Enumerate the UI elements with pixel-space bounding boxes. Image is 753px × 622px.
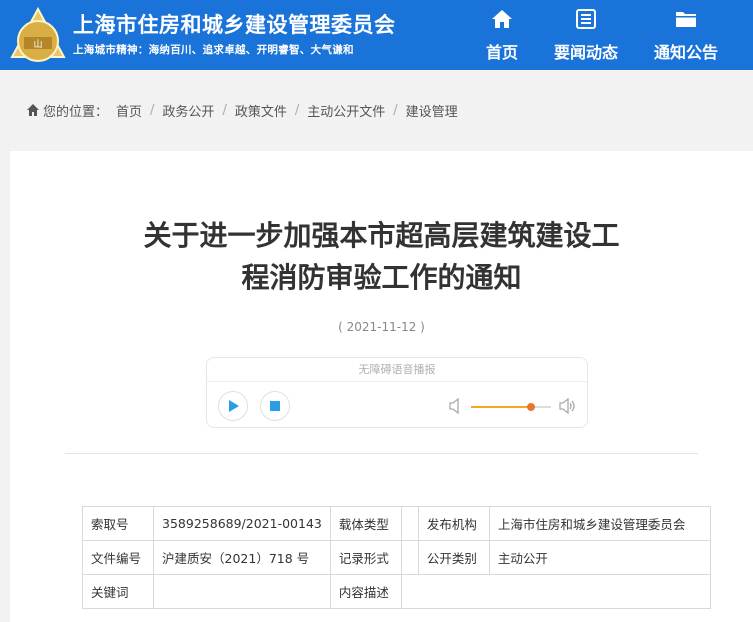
- table-cell-value: 3589258689/2021-00143: [153, 506, 331, 541]
- svg-text:山: 山: [33, 39, 42, 50]
- stop-icon: [270, 401, 280, 411]
- table-cell-label: 内容描述: [329, 574, 402, 609]
- table-row: 关键词 内容描述: [81, 574, 712, 609]
- shanghai-emblem-icon[interactable]: 山: [9, 7, 67, 65]
- article-card: 关于进一步加强本市超高层建筑建设工 程消防审验工作的通知 ( 2021-11-1…: [10, 151, 753, 622]
- breadcrumb-item-policy-documents[interactable]: 政策文件: [235, 101, 287, 120]
- breadcrumb-item-home[interactable]: 首页: [116, 101, 142, 120]
- table-cell-label: 发布机构: [417, 506, 490, 541]
- table-cell-value: 上海市住房和城乡建设管理委员会: [488, 506, 712, 541]
- folder-icon: [676, 12, 696, 27]
- breadcrumb-separator: /: [393, 102, 398, 118]
- nav-home-label: 首页: [485, 43, 518, 62]
- breadcrumb-prefix: 您的位置：: [43, 104, 109, 120]
- divider: [65, 453, 698, 454]
- nav-notice-label: 通知公告: [653, 43, 718, 62]
- news-icon: [576, 9, 596, 29]
- nav-notice[interactable]: 通知公告: [646, 0, 726, 70]
- breadcrumb-item-government-affairs[interactable]: 政务公开: [162, 101, 214, 120]
- breadcrumb-item-construction[interactable]: 建设管理: [406, 101, 458, 120]
- article-title-line-1: 关于进一步加强本市超高层建筑建设工: [143, 219, 620, 252]
- table-cell-value: [400, 506, 419, 541]
- audio-player: 无障碍语音播报: [206, 357, 588, 428]
- article-date: ( 2021-11-12 ): [338, 320, 425, 334]
- table-cell-label: 公开类别: [417, 540, 490, 575]
- table-cell-value: [153, 574, 331, 609]
- table-row: 索取号 3589258689/2021-00143 载体类型 发布机构 上海市住…: [81, 506, 712, 541]
- site-title[interactable]: 上海市住房和城乡建设管理委员会: [73, 9, 396, 39]
- table-cell-label: 索取号: [81, 506, 155, 541]
- nav-home[interactable]: 首页: [476, 0, 528, 70]
- breadcrumb-separator: /: [222, 102, 227, 118]
- table-cell-value: 主动公开: [488, 540, 712, 575]
- volume-slider-handle[interactable]: [527, 403, 535, 411]
- table-cell-label: 载体类型: [329, 506, 402, 541]
- article-title: 关于进一步加强本市超高层建筑建设工 程消防审验工作的通知: [10, 215, 753, 299]
- table-cell-label: 文件编号: [81, 540, 155, 575]
- volume-slider[interactable]: [471, 403, 551, 411]
- volume-high-icon[interactable]: [559, 398, 577, 414]
- audio-player-label: 无障碍语音播报: [207, 358, 587, 382]
- article-title-line-2: 程消防审验工作的通知: [241, 261, 522, 294]
- table-cell-value: [400, 540, 419, 575]
- breadcrumb: 您的位置： 首页 / 政务公开 / 政策文件 / 主动公开文件 / 建设管理: [26, 101, 458, 120]
- breadcrumb-separator: /: [294, 102, 300, 118]
- home-icon: [27, 104, 39, 116]
- table-cell-value: 沪建质安（2021）718 号: [153, 540, 331, 575]
- breadcrumb-item-public-documents[interactable]: 主动公开文件: [307, 101, 385, 120]
- site-slogan: 上海城市精神：海纳百川、追求卓越、开明睿智、大气谦和: [73, 44, 354, 56]
- stop-button[interactable]: [260, 391, 290, 421]
- table-cell-value: [400, 574, 712, 609]
- home-icon: [492, 10, 512, 28]
- volume-low-icon[interactable]: [449, 398, 463, 414]
- table-row: 文件编号 沪建质安（2021）718 号 记录形式 公开类别 主动公开: [81, 540, 712, 575]
- table-cell-label: 关键词: [81, 574, 155, 609]
- play-button[interactable]: [218, 391, 248, 421]
- table-cell-label: 记录形式: [329, 540, 402, 575]
- document-meta-table: 索取号 3589258689/2021-00143 载体类型 发布机构 上海市住…: [81, 506, 712, 609]
- nav-news[interactable]: 要闻动态: [547, 0, 625, 70]
- volume-slider-fill: [471, 406, 531, 408]
- play-icon: [229, 400, 239, 412]
- breadcrumb-separator: /: [150, 102, 155, 118]
- nav-news-label: 要闻动态: [553, 43, 618, 62]
- site-header: 山 上海市住房和城乡建设管理委员会 上海城市精神：海纳百川、追求卓越、开明睿智、…: [0, 0, 753, 70]
